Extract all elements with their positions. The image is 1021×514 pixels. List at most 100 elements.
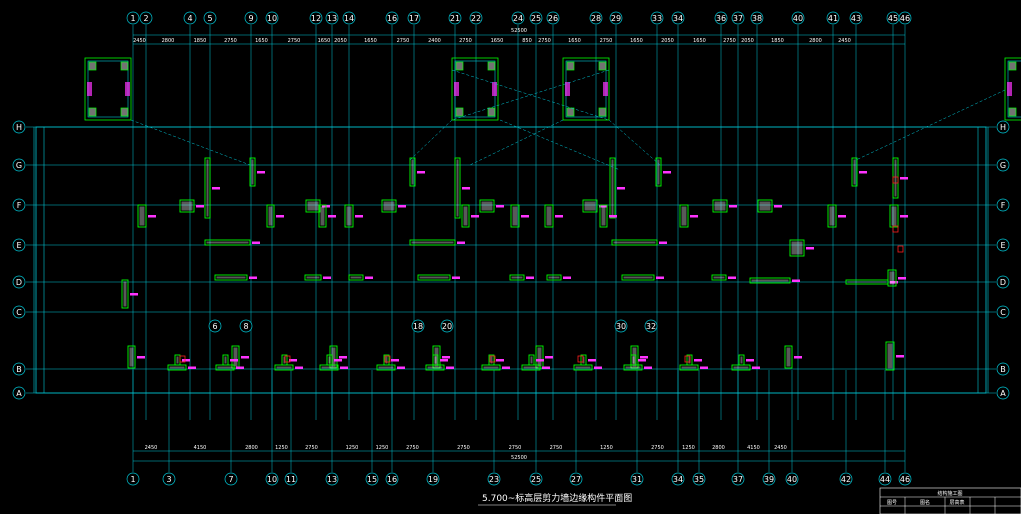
column-tag: [130, 293, 138, 296]
wall-column: [409, 157, 425, 187]
axis-number-top: 45: [888, 14, 898, 23]
column-hatch: [740, 356, 743, 364]
bottom-dimension-value: 1250: [346, 445, 359, 451]
column-tag: [806, 247, 814, 250]
callout-column: [1008, 61, 1017, 71]
wall-column: [204, 239, 260, 246]
column-hatch: [139, 206, 145, 226]
column-tag: [792, 279, 800, 282]
column-tag: [774, 205, 782, 208]
column-hatch: [306, 276, 320, 279]
wall-column: [179, 199, 204, 213]
wall-column: [621, 274, 664, 281]
column-tag: [859, 171, 867, 174]
wall-column: [381, 199, 406, 213]
column-tag: [555, 215, 563, 218]
column-hatch: [887, 343, 893, 369]
column-tag: [900, 215, 908, 218]
leader-line: [409, 119, 453, 161]
wall-column: [892, 157, 908, 199]
axis-number-bottom: 40: [787, 475, 797, 484]
column-tag: [355, 215, 363, 218]
column-hatch: [714, 201, 726, 211]
axis-letter-row: D: [16, 278, 22, 287]
axis-number-top: 14: [344, 14, 354, 23]
top-dimension-value: 2750: [397, 38, 410, 44]
axis-letter-row: C: [1000, 308, 1006, 317]
column-tag: [257, 171, 265, 174]
column-tag: [638, 359, 646, 362]
column-hatch: [751, 279, 789, 282]
title-block-header: 结构施工图: [937, 490, 962, 497]
column-hatch: [584, 201, 596, 211]
axis-number-bottom: 35: [694, 475, 704, 484]
bottom-dimension-value: 2750: [305, 445, 318, 451]
wall-column: [231, 345, 249, 369]
column-hatch: [411, 241, 454, 244]
column-tag: [471, 215, 479, 218]
column-hatch: [276, 366, 292, 369]
column-hatch: [530, 356, 533, 364]
column-hatch: [891, 206, 897, 226]
axis-number-top: 28: [591, 14, 601, 23]
column-tag: [462, 187, 470, 190]
wall-column: [479, 199, 504, 213]
callout-column: [120, 107, 129, 117]
axis-number-top: 9: [248, 14, 253, 23]
column-tag: [728, 276, 736, 279]
column-tag: [794, 356, 802, 359]
callout-column: [566, 61, 575, 71]
leader-line: [855, 89, 1006, 161]
wall-column: [738, 354, 754, 366]
column-tag: [442, 356, 450, 359]
axis-number-top: 46: [900, 14, 910, 23]
wall-column: [488, 354, 504, 366]
column-hatch: [217, 366, 233, 369]
top-dimension-value: 2400: [428, 38, 441, 44]
top-dimension-value: 1650: [255, 38, 268, 44]
column-hatch: [328, 356, 331, 364]
column-tag: [446, 366, 454, 369]
wall-column: [711, 274, 736, 281]
axis-number-bottom: 31: [632, 475, 642, 484]
wall-column: [784, 345, 802, 369]
axis-letter-row: D: [1000, 278, 1006, 287]
bottom-dimension-value: 2750: [457, 445, 470, 451]
wall-column: [789, 239, 814, 257]
axis-marker-number: 32: [646, 322, 656, 331]
column-tag: [896, 355, 904, 358]
callout-tag: [87, 82, 92, 96]
wall-column: [509, 274, 534, 281]
dimension-lines: 2450 2800 1850 2750 1650 2750 1650 2050 1650 2750…: [33, 28, 989, 462]
top-dimension-value: 2450: [838, 38, 851, 44]
callout-column: [487, 61, 496, 71]
wall-column: [204, 157, 220, 219]
wall-column: [546, 274, 571, 281]
axis-number-bottom: 42: [841, 475, 851, 484]
wall-column: [510, 204, 529, 228]
axis-number-top: 13: [327, 14, 337, 23]
column-tag: [545, 356, 553, 359]
column-tag: [526, 276, 534, 279]
column-tag: [502, 366, 510, 369]
drawing-title: 5.700~标高层剪力墙边缘构件平面图: [478, 492, 632, 506]
axis-marker-number: 8: [243, 322, 248, 331]
bottom-dimension-value: 2750: [651, 445, 664, 451]
top-dimension-value: 2750: [224, 38, 237, 44]
bottom-dimension-value: 2800: [712, 445, 725, 451]
axis-number-bottom: 25: [531, 475, 541, 484]
axis-number-top: 40: [793, 14, 803, 23]
column-hatch: [350, 276, 362, 279]
column-tag: [700, 366, 708, 369]
column-hatch: [411, 159, 414, 185]
column-hatch: [512, 206, 518, 226]
column-tag: [236, 366, 244, 369]
callout-column: [455, 61, 464, 71]
wall-column: [599, 204, 617, 228]
column-tag: [690, 215, 698, 218]
axis-letter-row: E: [1000, 241, 1005, 250]
column-hatch: [759, 201, 771, 211]
column-hatch: [625, 366, 641, 369]
axis-number-top: 29: [611, 14, 621, 23]
column-hatch: [889, 271, 895, 285]
